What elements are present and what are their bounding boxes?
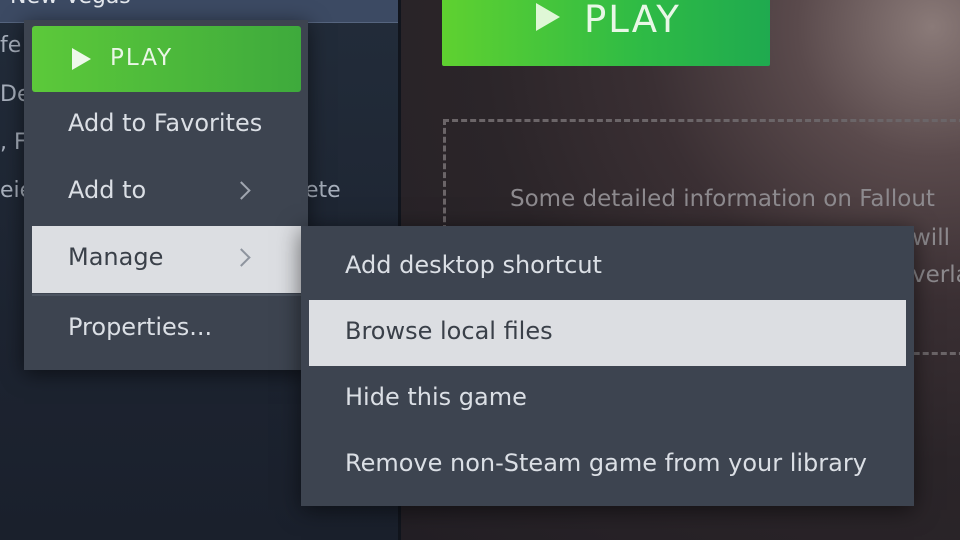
play-icon xyxy=(72,48,91,70)
submenu-item-hide-this-game[interactable]: Hide this game xyxy=(309,366,906,432)
info-text: Some detailed information on Fallout xyxy=(510,186,935,212)
menu-item-label: Properties... xyxy=(68,313,213,341)
menu-item-add-to[interactable]: Add to xyxy=(32,159,301,225)
library-item-fragment[interactable]: fe xyxy=(0,33,21,58)
submenu-item-browse-local-files[interactable]: Browse local files xyxy=(309,300,906,366)
context-play-button[interactable]: PLAY xyxy=(32,26,301,92)
submenu-item-label: Hide this game xyxy=(345,383,527,411)
submenu-item-label: Add desktop shortcut xyxy=(345,251,602,279)
submenu-item-label: Remove non-Steam game from your library xyxy=(345,449,867,477)
play-icon xyxy=(536,3,560,31)
library-item-fragment[interactable]: , F xyxy=(0,130,27,155)
submenu-item-add-desktop-shortcut[interactable]: Add desktop shortcut xyxy=(309,234,906,300)
play-button-label: PLAY xyxy=(584,0,681,41)
menu-item-properties[interactable]: Properties... xyxy=(32,296,301,362)
chevron-right-icon xyxy=(232,248,251,267)
chevron-right-icon xyxy=(232,181,251,200)
play-button[interactable]: PLAY xyxy=(442,0,770,66)
info-text-fragment: verla xyxy=(912,262,960,288)
library-item-label: New Vegas xyxy=(10,0,131,9)
menu-item-add-to-favorites[interactable]: Add to Favorites xyxy=(32,92,301,158)
submenu-item-label: Browse local files xyxy=(345,317,553,345)
library-item-fragment: ete xyxy=(305,178,341,203)
submenu-item-remove-non-steam-game[interactable]: Remove non-Steam game from your library xyxy=(309,432,906,498)
menu-item-manage[interactable]: Manage xyxy=(32,226,301,293)
menu-item-label: Add to xyxy=(68,176,147,204)
menu-item-label: Add to Favorites xyxy=(68,109,263,137)
context-play-label: PLAY xyxy=(110,45,174,71)
info-text-fragment: will xyxy=(912,225,950,251)
menu-item-label: Manage xyxy=(68,243,164,271)
